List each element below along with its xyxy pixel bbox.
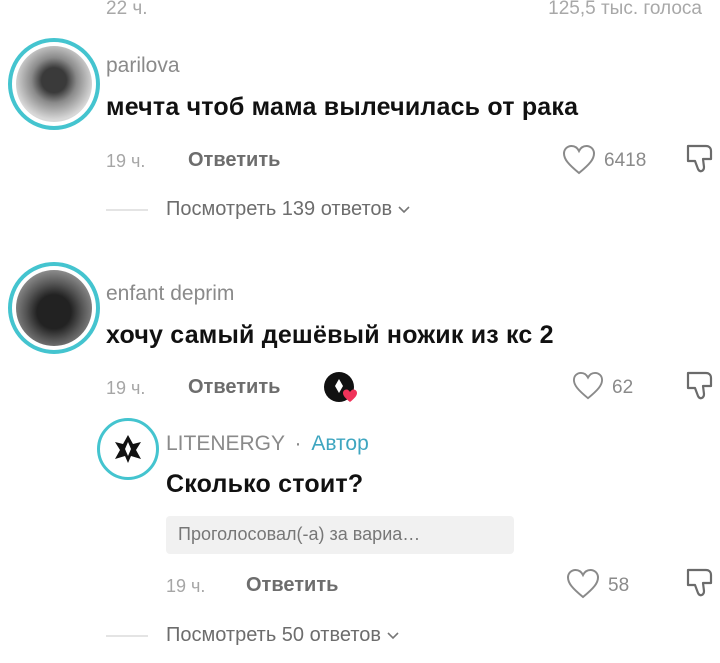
avatar-image: [16, 270, 92, 346]
comment-username[interactable]: enfant deprim: [106, 282, 234, 306]
view-replies-label: Посмотреть 50 ответов: [166, 624, 381, 646]
previous-comment-time: 22 ч.: [106, 0, 148, 19]
avatar[interactable]: [8, 38, 100, 130]
comment-time: 19 ч.: [106, 151, 146, 171]
comment-text: мечта чтоб мама вылечилась от рака: [106, 93, 579, 121]
divider: [106, 209, 148, 211]
chevron-down-icon: [386, 632, 399, 639]
like-count: 6418: [604, 150, 647, 171]
comment-time: 19 ч.: [106, 378, 146, 398]
divider: [106, 635, 148, 637]
heart-icon[interactable]: [566, 568, 600, 600]
like-count: 58: [608, 575, 630, 596]
view-replies-button[interactable]: Посмотреть 50 ответов: [166, 624, 399, 647]
avatar[interactable]: [8, 262, 100, 354]
reply-button[interactable]: Ответить: [188, 149, 280, 172]
separator-dot: ·: [294, 432, 302, 455]
litenergy-logo-icon: [103, 424, 153, 474]
comment-username[interactable]: parilova: [106, 54, 180, 78]
poll-vote-label: Проголосовал(-а) за вариа…: [166, 516, 514, 554]
chevron-down-icon: [398, 206, 410, 213]
thumbs-down-icon[interactable]: [684, 566, 716, 600]
reply-button[interactable]: Ответить: [188, 376, 280, 399]
author-username[interactable]: LITENERGY: [166, 432, 285, 455]
heart-icon[interactable]: [562, 144, 596, 176]
creator-liked-heart-icon: [324, 372, 358, 406]
poll-votes-count: 125,5 тыс. голоса: [548, 0, 702, 19]
reply-text: Сколько стоит?: [166, 470, 364, 498]
heart-icon[interactable]: [572, 371, 604, 401]
comment-text: хочу самый дешёвый ножик из кс 2: [106, 321, 554, 349]
author-avatar[interactable]: [97, 418, 159, 480]
thumbs-down-icon[interactable]: [684, 142, 716, 176]
view-replies-label: Посмотреть 139 ответов: [166, 198, 393, 220]
reply-username-row: LITENERGY · Автор: [166, 432, 369, 456]
thumbs-down-icon[interactable]: [684, 369, 716, 403]
avatar-image: [16, 46, 92, 122]
author-badge: Автор: [311, 432, 369, 455]
reply-button[interactable]: Ответить: [246, 574, 338, 597]
reply-time: 19 ч.: [166, 576, 206, 596]
like-count: 62: [612, 377, 634, 398]
view-replies-button[interactable]: Посмотреть 139 ответов: [166, 198, 410, 221]
